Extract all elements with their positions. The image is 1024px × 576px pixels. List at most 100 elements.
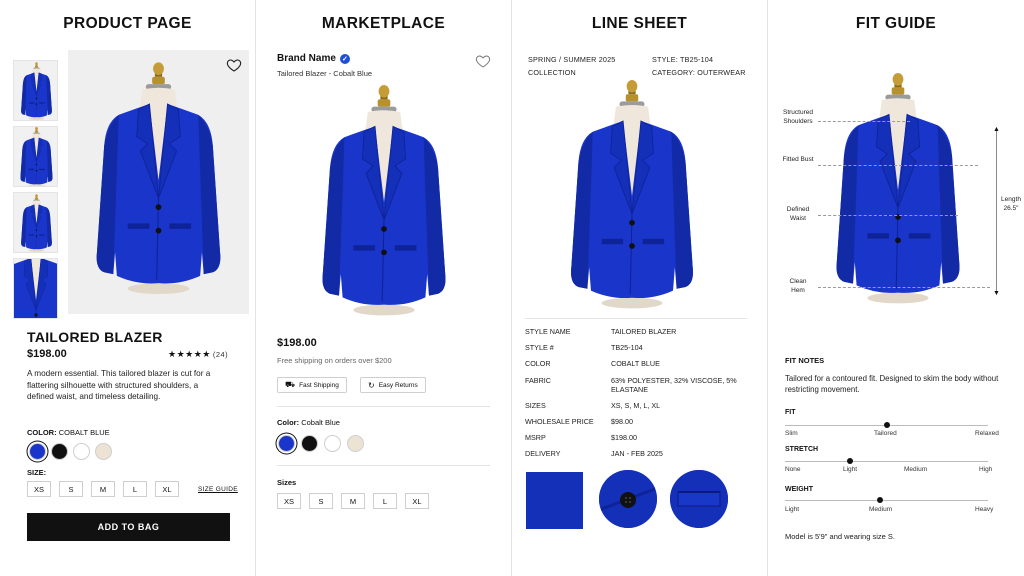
callout-waist: Defined Waist <box>786 206 810 222</box>
rating[interactable]: ★★★★★ (24) <box>168 349 228 360</box>
color-label-value: Cobalt Blue <box>301 418 340 427</box>
spec-row: DELIVERY JAN - FEB 2025 <box>525 449 747 458</box>
scale-track-stretch <box>785 458 988 464</box>
panel-title: MARKETPLACE <box>321 15 446 32</box>
collection-line: COLLECTION <box>528 68 576 77</box>
size-label: SIZE: <box>27 468 47 477</box>
swatch-cobalt[interactable] <box>29 443 46 460</box>
product-page-panel: PRODUCT PAGE TAILORED BLAZER $198.00 ★★★… <box>0 0 256 576</box>
product-image <box>321 84 447 316</box>
size-l[interactable]: L <box>123 481 147 497</box>
spec-value: JAN - FEB 2025 <box>611 449 663 459</box>
thumbnail-front[interactable] <box>13 60 58 121</box>
add-to-bag-button[interactable]: ADD TO BAG <box>27 513 230 541</box>
fit-guide-panel: FIT GUIDE Structured Shoulders Fitted Bu… <box>768 0 1024 576</box>
size-m[interactable]: M <box>91 481 115 497</box>
divider <box>277 465 490 466</box>
callout-hem: Clean Hem <box>789 278 807 294</box>
return-icon: ↻ <box>368 380 375 390</box>
spec-value: $98.00 <box>611 416 633 426</box>
swatch-cobalt[interactable] <box>278 435 295 452</box>
spec-row: WHOLESALE PRICE $98.00 <box>525 417 747 426</box>
spec-key: FABRIC <box>525 375 551 385</box>
length-line <box>996 130 997 294</box>
thumbnail-detail[interactable] <box>13 258 58 319</box>
style-number: STYLE: TB25-104 <box>652 55 714 64</box>
button-closeup-icon <box>599 470 657 528</box>
fit-notes-heading: FIT NOTES <box>785 356 825 365</box>
size-xs[interactable]: XS <box>27 481 51 497</box>
size-l[interactable]: L <box>373 493 397 509</box>
spec-key: SIZES <box>525 400 546 410</box>
spec-row: MSRP $198.00 <box>525 433 747 442</box>
callout-shoulders: Structured Shoulders <box>783 109 813 125</box>
size-xl[interactable]: XL <box>405 493 429 509</box>
shipping-note: Free shipping on orders over $200 <box>277 356 392 365</box>
color-label-key: Color: <box>277 418 300 427</box>
swatch-cream[interactable] <box>347 435 364 452</box>
size-xl[interactable]: XL <box>155 481 179 497</box>
spec-key: WHOLESALE PRICE <box>525 416 594 426</box>
swatch-black[interactable] <box>301 435 318 452</box>
swatch-black[interactable] <box>51 443 68 460</box>
arrow-up-icon: ▲ <box>993 126 1000 133</box>
spec-value: COBALT BLUE <box>611 359 660 369</box>
swatch-cream[interactable] <box>95 443 112 460</box>
size-s[interactable]: S <box>59 481 83 497</box>
easy-returns-badge: ↻ Easy Returns <box>360 377 426 393</box>
truck-icon: ⛟ <box>285 380 296 389</box>
scale-label: High <box>979 466 993 473</box>
swatch-white[interactable] <box>324 435 341 452</box>
scale-track-weight <box>785 497 988 503</box>
badge-label: Fast Shipping <box>299 381 339 389</box>
scale-marker <box>877 497 884 503</box>
color-swatches <box>278 435 364 452</box>
size-guide-link[interactable]: SIZE GUIDE <box>198 486 238 493</box>
scale-label: None <box>785 466 801 473</box>
thumbnail-back[interactable] <box>13 192 58 253</box>
heart-icon[interactable] <box>475 53 491 69</box>
size-s[interactable]: S <box>309 493 333 509</box>
divider <box>277 406 490 407</box>
button-detail-image <box>599 470 657 528</box>
color-label: COLOR: COBALT BLUE <box>27 428 110 437</box>
fit-notes: Tailored for a contoured fit. Designed t… <box>785 374 999 394</box>
fabric-swatch-image <box>526 472 583 529</box>
spec-key: STYLE NAME <box>525 327 571 336</box>
product-price: $198.00 <box>27 348 67 360</box>
arrow-down-icon: ▼ <box>993 290 1000 297</box>
callout-line <box>818 165 978 166</box>
swatch-white[interactable] <box>73 443 90 460</box>
callout-line <box>818 121 910 122</box>
pocket-closeup-icon <box>670 470 728 528</box>
spec-key: DELIVERY <box>525 449 561 459</box>
model-note: Model is 5'9" and wearing size S. <box>785 532 895 541</box>
size-m[interactable]: M <box>341 493 365 509</box>
product-description: A modern essential. This tailored blazer… <box>27 369 211 401</box>
heart-icon[interactable] <box>226 57 242 73</box>
main-product-image <box>68 50 249 314</box>
product-name: TAILORED BLAZER <box>27 329 163 345</box>
thumbnail-side[interactable] <box>13 126 58 187</box>
rating-count: (24) <box>212 350 229 359</box>
scale-label: Light <box>843 466 858 473</box>
panel-title: PRODUCT PAGE <box>63 15 192 32</box>
spec-key: STYLE # <box>525 343 554 353</box>
callout-line <box>818 215 958 216</box>
marketplace-panel: MARKETPLACE Brand Name ✓ Tailored Blazer… <box>256 0 512 576</box>
brand-name[interactable]: Brand Name ✓ <box>277 53 350 64</box>
spec-value: $198.00 <box>611 433 637 443</box>
scale-title-weight: WEIGHT <box>785 486 813 493</box>
color-label-key: COLOR: <box>27 428 57 437</box>
spec-value: TB25-104 <box>611 343 643 353</box>
scale-marker <box>883 422 890 428</box>
color-swatches <box>29 443 112 460</box>
pocket-detail-image <box>670 470 728 528</box>
panel-title: FIT GUIDE <box>855 15 937 32</box>
category: CATEGORY: OUTERWEAR <box>652 68 746 77</box>
product-image <box>570 80 694 309</box>
spec-key: MSRP <box>525 433 546 443</box>
size-xs[interactable]: XS <box>277 493 301 509</box>
scale-label: Slim <box>785 430 798 437</box>
season-info: SPRING / SUMMER 2025 COLLECTION <box>528 53 615 79</box>
